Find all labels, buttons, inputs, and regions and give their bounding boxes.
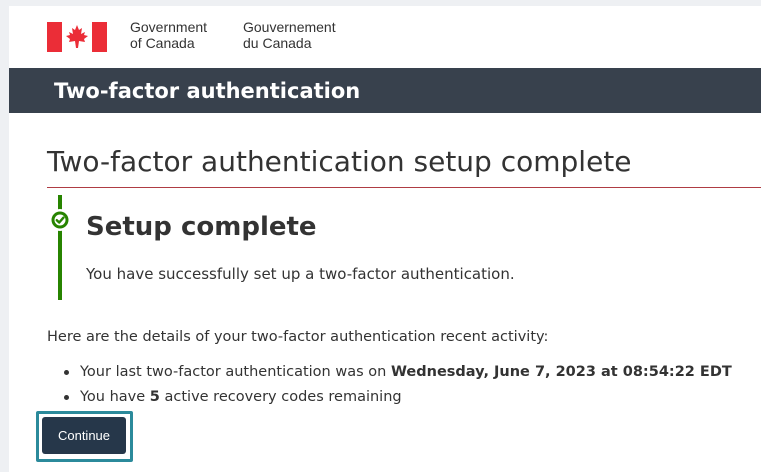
details-list: Your last two-factor authentication was … bbox=[47, 362, 732, 412]
government-header: Government of Canada Gouvernement du Can… bbox=[9, 6, 761, 68]
app-title: Two-factor authentication bbox=[54, 79, 361, 103]
recovery-codes-count: 5 bbox=[149, 389, 160, 405]
recovery-codes-prefix: You have bbox=[80, 389, 146, 405]
government-signature-english: Government of Canada bbox=[130, 19, 207, 51]
signature-en-line2: of Canada bbox=[130, 35, 195, 51]
title-underline bbox=[47, 187, 761, 188]
last-authentication-prefix: Your last two-factor authentication was … bbox=[80, 364, 387, 380]
canada-flag-icon bbox=[47, 22, 107, 52]
page-title: Two-factor authentication setup complete bbox=[47, 145, 632, 178]
app-title-bar: Two-factor authentication bbox=[9, 68, 761, 113]
list-item: Your last two-factor authentication was … bbox=[47, 362, 732, 382]
alert-message: You have successfully set up a two-facto… bbox=[86, 265, 515, 283]
details-intro: Here are the details of your two-factor … bbox=[47, 329, 549, 345]
last-authentication-date: Wednesday, June 7, 2023 at 08:54:22 EDT bbox=[390, 364, 732, 380]
government-signature-french: Gouvernement du Canada bbox=[243, 19, 336, 51]
check-circle-icon bbox=[49, 209, 71, 231]
alert-heading: Setup complete bbox=[86, 212, 317, 242]
page-card: Government of Canada Gouvernement du Can… bbox=[9, 6, 761, 472]
list-item: You have 5 active recovery codes remaini… bbox=[47, 387, 732, 407]
signature-en-line1: Government bbox=[130, 19, 208, 35]
recovery-codes-suffix: active recovery codes remaining bbox=[164, 389, 402, 405]
continue-button[interactable]: Continue bbox=[42, 417, 126, 454]
signature-fr-line1: Gouvernement bbox=[243, 19, 336, 35]
signature-fr-line2: du Canada bbox=[243, 35, 312, 51]
